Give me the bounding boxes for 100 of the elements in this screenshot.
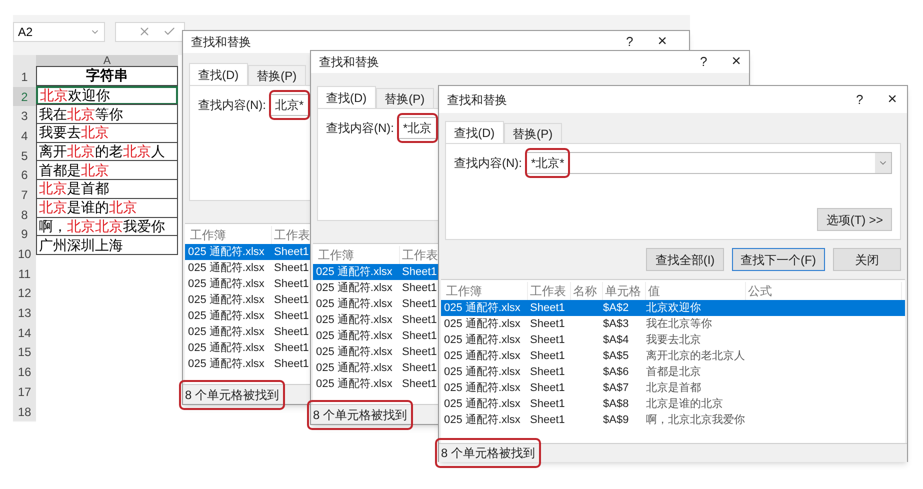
row-number[interactable]: 17	[13, 382, 36, 402]
dialog-button[interactable]: 查找下一个(F)	[732, 248, 825, 271]
address-cell-text: $A$4	[603, 332, 630, 348]
close-button[interactable]: ×	[658, 34, 689, 50]
workbook-cell-text: 025 通配符.xlsx	[444, 364, 522, 380]
sheet-cell-text: Sheet1	[529, 332, 566, 348]
tab[interactable]: 查找(D)	[317, 86, 376, 108]
result-row[interactable]: 025 通配符.xlsx Sheet1 $A$5 离开北京的老北京人	[441, 348, 905, 364]
workbook-cell-text: 025 通配符.xlsx	[188, 292, 266, 308]
result-row[interactable]: 025 通配符.xlsx Sheet1 $A$3 我在北京等你	[441, 316, 905, 332]
workbook-cell-text: 025 通配符.xlsx	[444, 332, 522, 348]
workbook-cell-text: 025 通配符.xlsx	[188, 324, 266, 340]
sheet-cell-text: Sheet1	[401, 264, 438, 280]
value-cell-text: 我要去北京	[646, 332, 702, 348]
row-number[interactable]: 15	[13, 342, 36, 362]
find-label: 查找内容(N):	[326, 120, 394, 137]
sheet-cell-text: Sheet1	[401, 296, 438, 312]
row-number[interactable]: 11	[13, 264, 36, 284]
status-text: 8 个单元格被找到	[185, 386, 280, 404]
workbook-cell-text: 025 通配符.xlsx	[188, 260, 266, 276]
address-cell-text: $A$3	[603, 316, 630, 332]
result-row[interactable]: 025 通配符.xlsx Sheet1 $A$6 首都是北京	[441, 364, 905, 380]
row-number[interactable]: 2	[13, 86, 36, 106]
sheet-cell-text: Sheet1	[529, 412, 566, 428]
sheet-cell-text: Sheet1	[401, 344, 438, 360]
workbook-cell-text: 025 通配符.xlsx	[316, 360, 394, 376]
row-number[interactable]: 12	[13, 284, 36, 304]
workbook-cell-text: 025 通配符.xlsx	[188, 244, 266, 260]
help-button[interactable]: ?	[618, 32, 642, 52]
workbook-cell-text: 025 通配符.xlsx	[316, 312, 394, 328]
workbook-cell-text: 025 通配符.xlsx	[188, 340, 266, 356]
column-header[interactable]: A	[36, 55, 178, 67]
tab[interactable]: 替换(P)	[376, 88, 434, 108]
table-cell[interactable]: 北京欢迎你	[36, 86, 178, 106]
cancel-icon[interactable]	[138, 25, 151, 38]
table-cell[interactable]: 我在北京等你	[36, 104, 178, 124]
result-row[interactable]: 025 通配符.xlsx Sheet1 $A$4 我要去北京	[441, 332, 905, 348]
window-title: 查找和替换	[190, 34, 252, 51]
result-row[interactable]: 025 通配符.xlsx Sheet1 $A$2 北京欢迎你	[441, 300, 905, 316]
row-number[interactable]: 1	[13, 67, 36, 87]
sheet-cell-text: Sheet1	[529, 300, 566, 316]
name-box[interactable]: A2	[13, 22, 105, 42]
row-number[interactable]: 18	[13, 402, 36, 422]
sheet-cell-text: Sheet1	[273, 340, 310, 356]
window-title: 查找和替换	[446, 92, 508, 108]
table-cell[interactable]: 离开北京的老北京人	[36, 142, 178, 162]
row-number[interactable]: 13	[13, 303, 36, 323]
sheet-cell-text: Sheet1	[401, 280, 438, 296]
address-cell-text: $A$8	[603, 396, 630, 412]
sheet-cell-text: Sheet1	[401, 312, 438, 328]
table-cell[interactable]: 北京是首都	[36, 179, 178, 199]
value-cell-text: 首都是北京	[646, 364, 702, 380]
help-button[interactable]: ?	[692, 52, 716, 72]
table-cell[interactable]: 字符串	[36, 66, 178, 86]
sheet-cell-text: Sheet1	[401, 376, 438, 392]
close-button[interactable]: ×	[732, 54, 749, 70]
value-cell-text: 北京欢迎你	[646, 300, 702, 316]
row-number[interactable]: 3	[13, 106, 36, 126]
row-number[interactable]: 4	[13, 126, 36, 146]
tab[interactable]: 替换(P)	[504, 123, 562, 143]
result-row[interactable]: 025 通配符.xlsx Sheet1 $A$8 北京是谁的北京	[441, 396, 905, 412]
table-cell[interactable]: 北京是谁的北京	[36, 198, 178, 218]
row-number[interactable]: 9	[13, 224, 36, 244]
tab[interactable]: 查找(D)	[445, 121, 504, 143]
close-button[interactable]: ×	[888, 92, 907, 108]
row-number[interactable]: 5	[13, 146, 36, 166]
dialog-button[interactable]: 关闭	[833, 248, 901, 271]
find-label: 查找内容(N):	[198, 97, 266, 114]
row-number[interactable]: 14	[13, 322, 36, 343]
sheet-cell-text: Sheet1	[273, 356, 310, 372]
row-number[interactable]: 16	[13, 362, 36, 382]
help-button[interactable]: ?	[848, 90, 872, 110]
sheet-cell-text: Sheet1	[529, 396, 566, 412]
sheet-cell-text: Sheet1	[401, 328, 438, 344]
sheet-cell-text: Sheet1	[529, 380, 566, 396]
value-cell-text: 北京是谁的北京	[646, 396, 724, 412]
workbook-cell-text: 025 通配符.xlsx	[188, 356, 266, 372]
row-number[interactable]: 8	[13, 204, 36, 224]
workbook-cell-text: 025 通配符.xlsx	[316, 296, 394, 312]
dialog-button[interactable]: 查找全部(I)	[646, 248, 724, 271]
result-row[interactable]: 025 通配符.xlsx Sheet1 $A$9 啊，北京北京我爱你	[441, 412, 905, 428]
table-cell[interactable]: 广州深圳上海	[36, 235, 178, 255]
sheet-cell-text: Sheet1	[529, 316, 566, 332]
sheet-cell-text: Sheet1	[529, 364, 566, 380]
sheet-cell-text: Sheet1	[529, 348, 566, 364]
tab[interactable]: 替换(P)	[248, 65, 306, 85]
tab[interactable]: 查找(D)	[189, 63, 248, 85]
row-number[interactable]: 10	[13, 244, 36, 264]
row-number[interactable]: 6	[13, 165, 36, 186]
workbook-cell-text: 025 通配符.xlsx	[316, 376, 394, 392]
workbook-cell-text: 025 通配符.xlsx	[188, 276, 266, 292]
table-cell[interactable]: 首都是北京	[36, 160, 178, 180]
address-cell-text: $A$7	[603, 380, 630, 396]
row-number[interactable]: 7	[13, 185, 36, 205]
window-title: 查找和替换	[318, 54, 380, 71]
table-cell[interactable]: 啊，北京北京我爱你	[36, 216, 178, 236]
result-row[interactable]: 025 通配符.xlsx Sheet1 $A$7 北京是首都	[441, 380, 905, 396]
workbook-cell-text: 025 通配符.xlsx	[444, 300, 522, 316]
options-button[interactable]: 选项(T) >>	[817, 208, 892, 231]
table-cell[interactable]: 我要去北京	[36, 123, 178, 143]
